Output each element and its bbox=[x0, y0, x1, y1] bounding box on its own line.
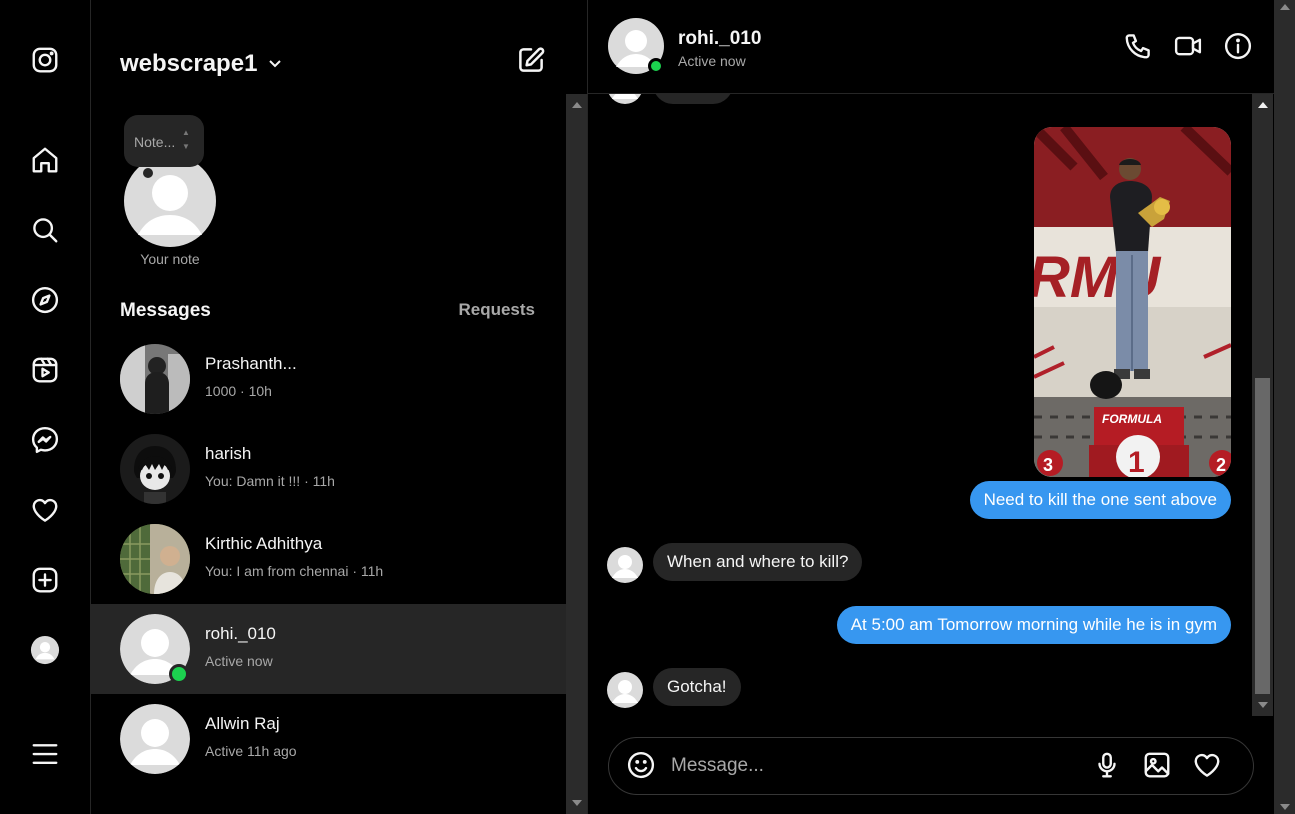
scroll-up-arrow-icon[interactable] bbox=[1280, 4, 1290, 10]
scroll-down-arrow-icon[interactable] bbox=[1258, 702, 1268, 708]
info-icon[interactable] bbox=[1223, 31, 1255, 63]
account-name: webscrape1 bbox=[120, 50, 258, 77]
contact-name[interactable]: rohi._010 bbox=[678, 28, 761, 50]
note-spinner-icon: ▲ ▼ bbox=[182, 128, 190, 151]
conversation-name: Allwin Raj bbox=[205, 714, 280, 733]
home-icon[interactable] bbox=[29, 144, 61, 176]
scroll-down-arrow-icon[interactable] bbox=[572, 800, 582, 806]
conversation-preview: 1000 · 10h bbox=[205, 383, 272, 399]
scrollbar-thumb[interactable] bbox=[1255, 378, 1270, 694]
scroll-down-arrow-icon[interactable] bbox=[1280, 804, 1290, 810]
new-message-button[interactable] bbox=[516, 45, 548, 77]
conversation-preview: You: I am from chennai · 11h bbox=[205, 563, 384, 579]
video-call-icon[interactable] bbox=[1173, 31, 1205, 63]
left-nav-rail bbox=[0, 0, 91, 814]
conversation-row[interactable]: Allwin Raj Active 11h ago bbox=[91, 694, 567, 784]
conversation-name: Prashanth... bbox=[205, 354, 297, 373]
page-scrollbar[interactable] bbox=[1274, 0, 1295, 814]
microphone-icon[interactable] bbox=[1092, 750, 1124, 782]
conversation-avatar bbox=[120, 344, 190, 414]
conversation-preview: Active now bbox=[205, 653, 273, 669]
chevron-down-icon bbox=[267, 50, 283, 78]
chat-header: rohi._010 Active now bbox=[588, 0, 1274, 94]
message-bubble-incoming[interactable]: When and where to kill? bbox=[653, 543, 863, 581]
emoji-icon[interactable] bbox=[626, 750, 658, 782]
heart-icon[interactable] bbox=[1192, 750, 1224, 782]
your-note-avatar[interactable] bbox=[124, 155, 216, 247]
reels-icon[interactable] bbox=[29, 354, 61, 386]
message-bubble-outgoing[interactable]: Need to kill the one sent above bbox=[969, 481, 1231, 519]
search-icon[interactable] bbox=[29, 214, 61, 246]
instagram-logo-icon[interactable] bbox=[29, 44, 61, 76]
messages-heading: Messages bbox=[120, 300, 211, 321]
thread-scrollbar[interactable] bbox=[1252, 94, 1273, 716]
account-switcher[interactable]: webscrape1 bbox=[120, 50, 283, 78]
note-bubble-tail bbox=[143, 168, 153, 178]
conversation-preview: Active 11h ago bbox=[205, 743, 297, 759]
online-indicator bbox=[169, 664, 189, 684]
scroll-up-arrow-icon[interactable] bbox=[1258, 102, 1268, 108]
message-composer bbox=[608, 737, 1254, 795]
conversation-name: rohi._010 bbox=[205, 624, 276, 643]
inbox-panel: webscrape1 Note... ▲ ▼ Your note Messages… bbox=[91, 0, 588, 814]
message-bubble-incoming-partial[interactable] bbox=[653, 94, 733, 104]
inbox-scrollbar[interactable] bbox=[566, 94, 587, 814]
conversation-avatar bbox=[120, 704, 190, 774]
conversation-preview: You: Damn it !!! · 11h bbox=[205, 473, 335, 489]
heart-icon[interactable] bbox=[29, 494, 61, 526]
message-bubble-outgoing[interactable]: At 5:00 am Tomorrow morning while he is … bbox=[836, 606, 1231, 644]
explore-icon[interactable] bbox=[29, 284, 61, 316]
create-icon[interactable] bbox=[29, 564, 61, 596]
svg-text:1: 1 bbox=[1128, 446, 1145, 477]
conversation-avatar bbox=[120, 524, 190, 594]
image-upload-icon[interactable] bbox=[1142, 750, 1174, 782]
svg-text:3: 3 bbox=[1043, 455, 1053, 475]
message-photo[interactable]: RMU ART FORMULA 1 3 2 bbox=[1034, 127, 1231, 477]
conversation-avatar bbox=[120, 434, 190, 504]
chat-panel: rohi._010 Active now RMU FORMULA 1 3 2 N… bbox=[588, 0, 1274, 814]
phone-icon[interactable] bbox=[1123, 31, 1155, 63]
note-placeholder: Note... bbox=[134, 134, 176, 150]
profile-avatar[interactable] bbox=[29, 634, 61, 666]
online-indicator bbox=[648, 58, 664, 74]
note-input-bubble[interactable]: Note... ▲ ▼ bbox=[124, 115, 204, 167]
message-input[interactable] bbox=[671, 750, 1071, 782]
message-avatar bbox=[607, 547, 643, 583]
conversation-name: harish bbox=[205, 444, 252, 463]
messenger-icon[interactable] bbox=[29, 424, 61, 456]
message-avatar bbox=[607, 94, 643, 104]
message-bubble-incoming[interactable]: Gotcha! bbox=[653, 668, 741, 706]
your-note-label: Your note bbox=[140, 251, 200, 267]
menu-icon[interactable] bbox=[29, 738, 61, 770]
conversation-row[interactable]: Kirthic Adhithya You: I am from chennai … bbox=[91, 514, 567, 604]
scroll-up-arrow-icon[interactable] bbox=[572, 102, 582, 108]
requests-link[interactable]: Requests bbox=[458, 300, 535, 320]
conversation-name: Kirthic Adhithya bbox=[205, 534, 323, 553]
instagram-dm-window: webscrape1 Note... ▲ ▼ Your note Messages… bbox=[0, 0, 1295, 814]
svg-text:FORMULA: FORMULA bbox=[1102, 412, 1162, 426]
contact-status: Active now bbox=[678, 53, 746, 69]
conversation-row[interactable]: harish You: Damn it !!! · 11h bbox=[91, 424, 567, 514]
message-thread: RMU ART FORMULA 1 3 2 bbox=[588, 94, 1274, 714]
svg-text:2: 2 bbox=[1216, 455, 1226, 475]
message-avatar bbox=[607, 672, 643, 708]
conversation-row[interactable]: Prashanth... 1000 · 10h bbox=[91, 334, 567, 424]
conversation-row-active[interactable]: rohi._010 Active now bbox=[91, 604, 567, 694]
